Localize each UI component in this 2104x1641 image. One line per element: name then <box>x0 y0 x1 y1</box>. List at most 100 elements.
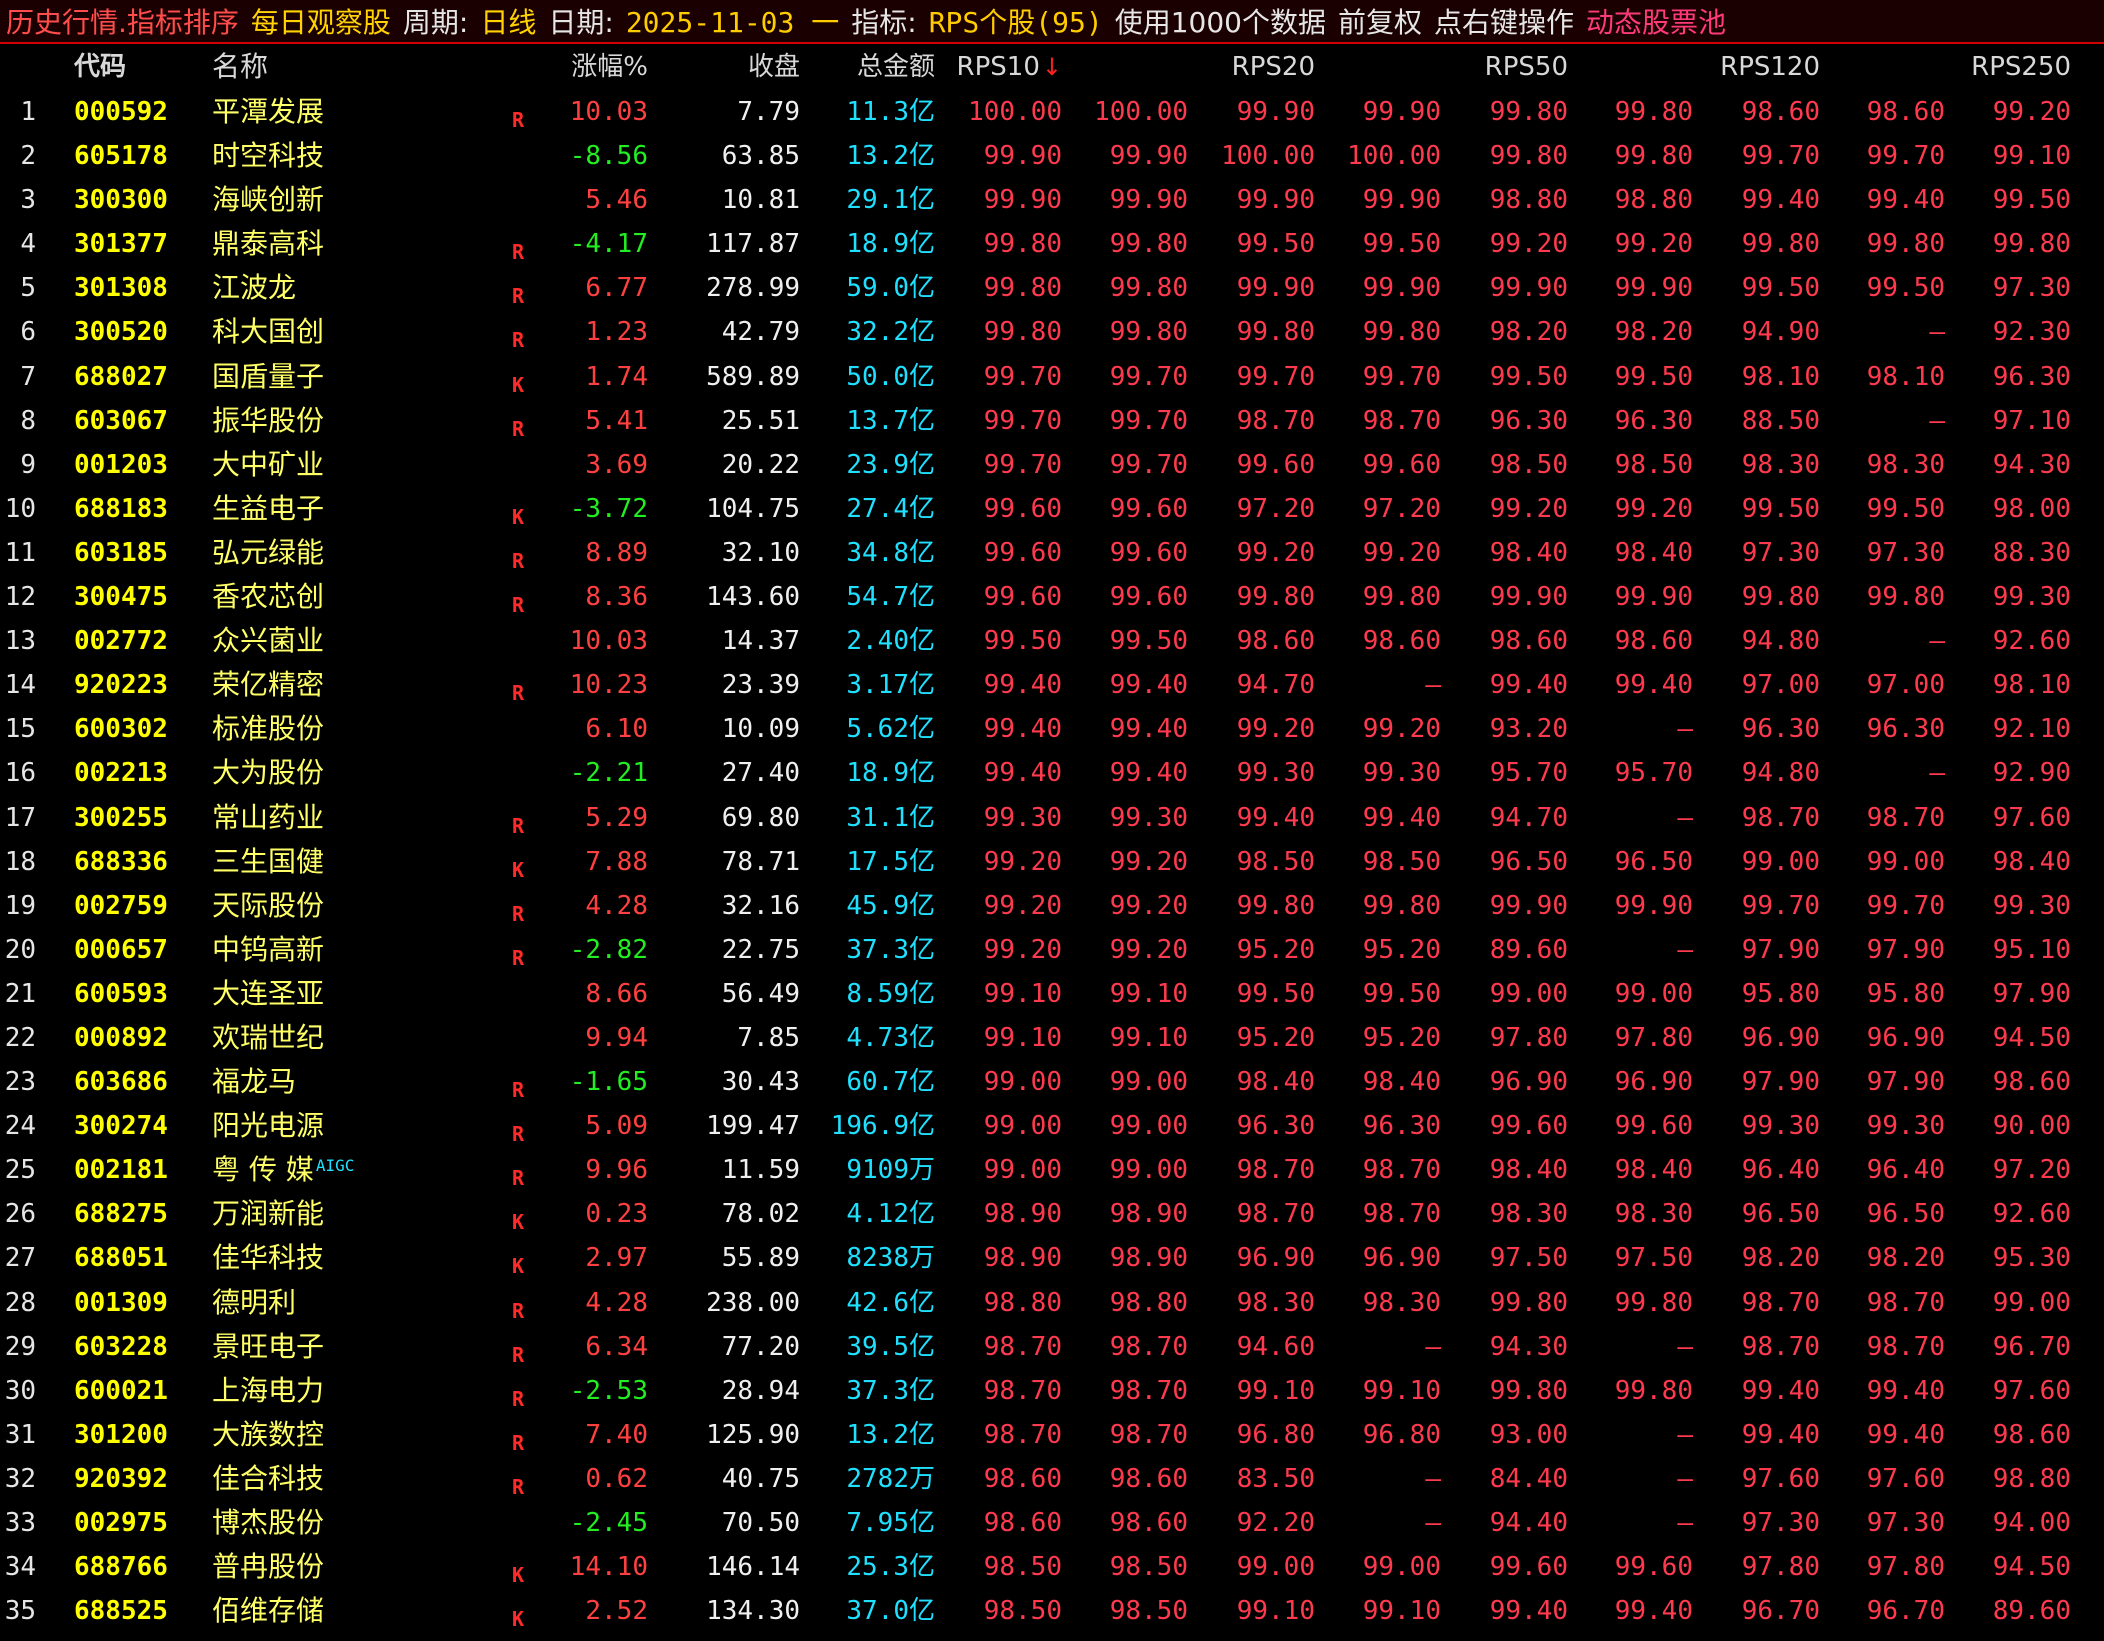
table-row[interactable]: 33 002975 博杰股份 -2.45 70.50 7.95亿 98.60 98.60 92.… <box>0 1501 2104 1545</box>
table-row[interactable]: 11 603185 弘元绿能 R 8.89 32.10 34.8亿 99.60 99.60 99.… <box>0 531 2104 575</box>
header-rps10[interactable]: RPS10↓ <box>930 44 1062 90</box>
close-price: 69.80 <box>721 802 800 833</box>
header-rps50[interactable]: RPS50 <box>1441 44 1568 90</box>
change-pct: 5.41 <box>585 405 648 436</box>
stock-code: 688525 <box>74 1596 168 1627</box>
rps-value: 98.30 <box>1866 449 1945 480</box>
table-row[interactable]: 27 688051 佳华科技 K 2.97 55.89 8238万 98.90 98.90 96.… <box>0 1236 2104 1280</box>
row-index: 33 <box>4 1508 36 1538</box>
row-index: 1 <box>20 97 36 127</box>
rps-value: 99.40 <box>983 758 1062 789</box>
rps-value: 99.20 <box>1614 229 1693 260</box>
stock-name-text: 天际股份 <box>212 888 325 922</box>
rps-value: 99.00 <box>983 1067 1062 1098</box>
rps-value: 96.90 <box>1866 1022 1945 1053</box>
rps-value: 98.30 <box>1741 449 1820 480</box>
table-row[interactable]: 23 603686 福龙马 R -1.65 30.43 60.7亿 99.00 99.00 98.… <box>0 1060 2104 1104</box>
table-row[interactable]: 20 000657 中钨高新 R -2.82 22.75 37.3亿 99.20 99.20 95… <box>0 928 2104 972</box>
table-row[interactable]: 4 301377 鼎泰高科 R -4.17 117.87 18.9亿 99.80 99.80 99… <box>0 222 2104 266</box>
change-pct: 6.77 <box>585 273 648 304</box>
rps-value: 98.60 <box>1992 1067 2071 1098</box>
header-name[interactable]: 名称 <box>212 44 412 90</box>
header-close[interactable]: 收盘 <box>670 44 800 90</box>
header-amount[interactable]: 总金额 <box>810 44 935 90</box>
table-row[interactable]: 8 603067 振华股份 R 5.41 25.51 13.7亿 99.70 99.70 98.7… <box>0 399 2104 443</box>
stock-code: 300300 <box>74 185 168 216</box>
rps-value: 96.30 <box>1614 405 1693 436</box>
rps-value: 98.10 <box>1866 361 1945 392</box>
table-row[interactable]: 14 920223 荣亿精密 R 10.23 23.39 3.17亿 99.40 99.40 94… <box>0 663 2104 707</box>
table-row[interactable]: 26 688275 万润新能 K 0.23 78.02 4.12亿 98.90 98.90 98.… <box>0 1192 2104 1236</box>
table-row[interactable]: 7 688027 国盾量子 K 1.74 589.89 50.0亿 99.70 99.70 99.… <box>0 355 2104 399</box>
rps-value: 99.80 <box>1741 229 1820 260</box>
row-index: 30 <box>4 1375 36 1406</box>
aigc-badge: AIGC <box>315 1156 355 1176</box>
stock-code: 920392 <box>74 1463 168 1494</box>
rps-value: 98.10 <box>1992 670 2071 701</box>
close-price: 63.85 <box>721 141 800 172</box>
table-row[interactable]: 15 600302 标准股份 6.10 10.09 5.62亿 99.40 99.40 99.2… <box>0 707 2104 751</box>
rps-value: 99.80 <box>1489 1287 1568 1318</box>
stock-code: 301308 <box>74 273 168 304</box>
table-row[interactable]: 3 300300 海峡创新 5.46 10.81 29.1亿 99.90 99.90 99.90… <box>0 178 2104 222</box>
table-row[interactable]: 22 000892 欢瑞世纪 9.94 7.85 4.73亿 99.10 99.10 95.20… <box>0 1016 2104 1060</box>
table-row[interactable]: 13 002772 众兴菌业 10.03 14.37 2.40亿 99.50 99.50 98.… <box>0 619 2104 663</box>
rps-value: 98.40 <box>1489 537 1568 568</box>
table-row[interactable]: 16 002213 大为股份 -2.21 27.40 18.9亿 99.40 99.40 99.… <box>0 751 2104 795</box>
stock-name-text: 普冉股份 <box>212 1550 325 1584</box>
change-pct: 8.89 <box>585 537 648 568</box>
table-row[interactable]: 29 603228 景旺电子 R 6.34 77.20 39.5亿 98.70 98.70 94.… <box>0 1325 2104 1369</box>
header-rps250[interactable]: RPS250 <box>1945 44 2071 90</box>
table-row[interactable]: 21 600593 大连圣亚 8.66 56.49 8.59亿 99.10 99.10 99.5… <box>0 972 2104 1016</box>
table-row[interactable]: 12 300475 香农芯创 R 8.36 143.60 54.7亿 99.60 99.60 99… <box>0 575 2104 619</box>
change-pct: 10.03 <box>569 626 648 657</box>
ranking-table[interactable]: 代码 名称 涨幅% 收盘 总金额 RPS10↓ RPS20 RPS50 RPS1… <box>0 44 2104 1633</box>
table-row[interactable]: 32 920392 佳合科技 R 0.62 40.75 2782万 98.60 98.60 83.… <box>0 1457 2104 1501</box>
rps-value: 99.80 <box>1362 317 1441 348</box>
rps-value: 99.40 <box>1866 1419 1945 1450</box>
turnover-amount: 32.2亿 <box>846 317 935 348</box>
table-row[interactable]: 6 300520 科大国创 R 1.23 42.79 32.2亿 99.80 99.80 99.8… <box>0 310 2104 354</box>
table-row[interactable]: 1 000592 平潭发展 R 10.03 7.79 11.3亿 100.00 100.00 99… <box>0 90 2104 134</box>
header-rps20[interactable]: RPS20 <box>1188 44 1315 90</box>
table-row[interactable]: 2 605178 时空科技 -8.56 63.85 13.2亿 99.90 99.90 100.… <box>0 134 2104 178</box>
table-row[interactable]: 17 300255 常山药业 R 5.29 69.80 31.1亿 99.30 99.30 99.… <box>0 796 2104 840</box>
rps-value: 98.60 <box>1866 97 1945 127</box>
header-rps120[interactable]: RPS120 <box>1693 44 1820 90</box>
table-row[interactable]: 10 688183 生益电子 K -3.72 104.75 27.4亿 99.60 99.60 9… <box>0 487 2104 531</box>
table-row[interactable]: 31 301200 大族数控 R 7.40 125.90 13.2亿 98.70 98.70 96… <box>0 1413 2104 1457</box>
rps-value: 99.90 <box>1236 273 1315 304</box>
row-index: 29 <box>4 1331 36 1362</box>
header-code[interactable]: 代码 <box>74 44 184 90</box>
rps-value: 99.60 <box>983 582 1062 613</box>
stock-name-text: 科大国创 <box>212 315 325 349</box>
rps-value: 89.60 <box>1992 1596 2071 1627</box>
rps-value: 99.50 <box>1866 273 1945 304</box>
row-index: 2 <box>20 141 36 172</box>
rps-value: 97.90 <box>1741 1067 1820 1098</box>
table-row[interactable]: 34 688766 普冉股份 K 14.10 146.14 25.3亿 98.50 98.50 9… <box>0 1545 2104 1589</box>
table-row[interactable]: 5 301308 江波龙 R 6.77 278.99 59.0亿 99.80 99.80 99.9… <box>0 266 2104 310</box>
rps-value: 98.70 <box>1741 1331 1820 1362</box>
close-price: 56.49 <box>721 978 800 1009</box>
header-pct[interactable]: 涨幅% <box>540 44 648 90</box>
table-row[interactable]: 19 002759 天际股份 R 4.28 32.16 45.9亿 99.20 99.20 99.… <box>0 884 2104 928</box>
table-row[interactable]: 25 002181 粤 传 媒 AIGC R 9.96 11.59 9109万 99.00 99.… <box>0 1148 2104 1192</box>
rps-value: 99.60 <box>983 537 1062 568</box>
rps-value: 90.00 <box>1992 1111 2071 1142</box>
table-row[interactable]: 18 688336 三生国健 K 7.88 78.71 17.5亿 99.20 99.20 98.… <box>0 840 2104 884</box>
change-pct: -3.72 <box>569 493 648 524</box>
close-price: 32.16 <box>721 890 800 921</box>
turnover-amount: 2782万 <box>846 1463 935 1494</box>
table-row[interactable]: 9 001203 大中矿业 3.69 20.22 23.9亿 99.70 99.70 99.60… <box>0 443 2104 487</box>
rps-value: 100.00 <box>968 97 1062 127</box>
table-row[interactable]: 30 600021 上海电力 R -2.53 28.94 37.3亿 98.70 98.70 99… <box>0 1369 2104 1413</box>
rps-value: 98.70 <box>1362 1155 1441 1186</box>
rps-value: 97.60 <box>1992 1375 2071 1406</box>
table-row[interactable]: 24 300274 阳光电源 R 5.09 199.47 196.9亿 99.00 99.00 9… <box>0 1104 2104 1148</box>
title-segment: 动态股票池 <box>1586 6 1727 39</box>
rps-value: 98.60 <box>1614 626 1693 657</box>
table-row[interactable]: 35 688525 佰维存储 K 2.52 134.30 37.0亿 98.50 98.50 99… <box>0 1589 2104 1633</box>
table-row[interactable]: 28 001309 德明利 R 4.28 238.00 42.6亿 98.80 98.80 98.… <box>0 1281 2104 1325</box>
rps-value: 99.80 <box>983 273 1062 304</box>
